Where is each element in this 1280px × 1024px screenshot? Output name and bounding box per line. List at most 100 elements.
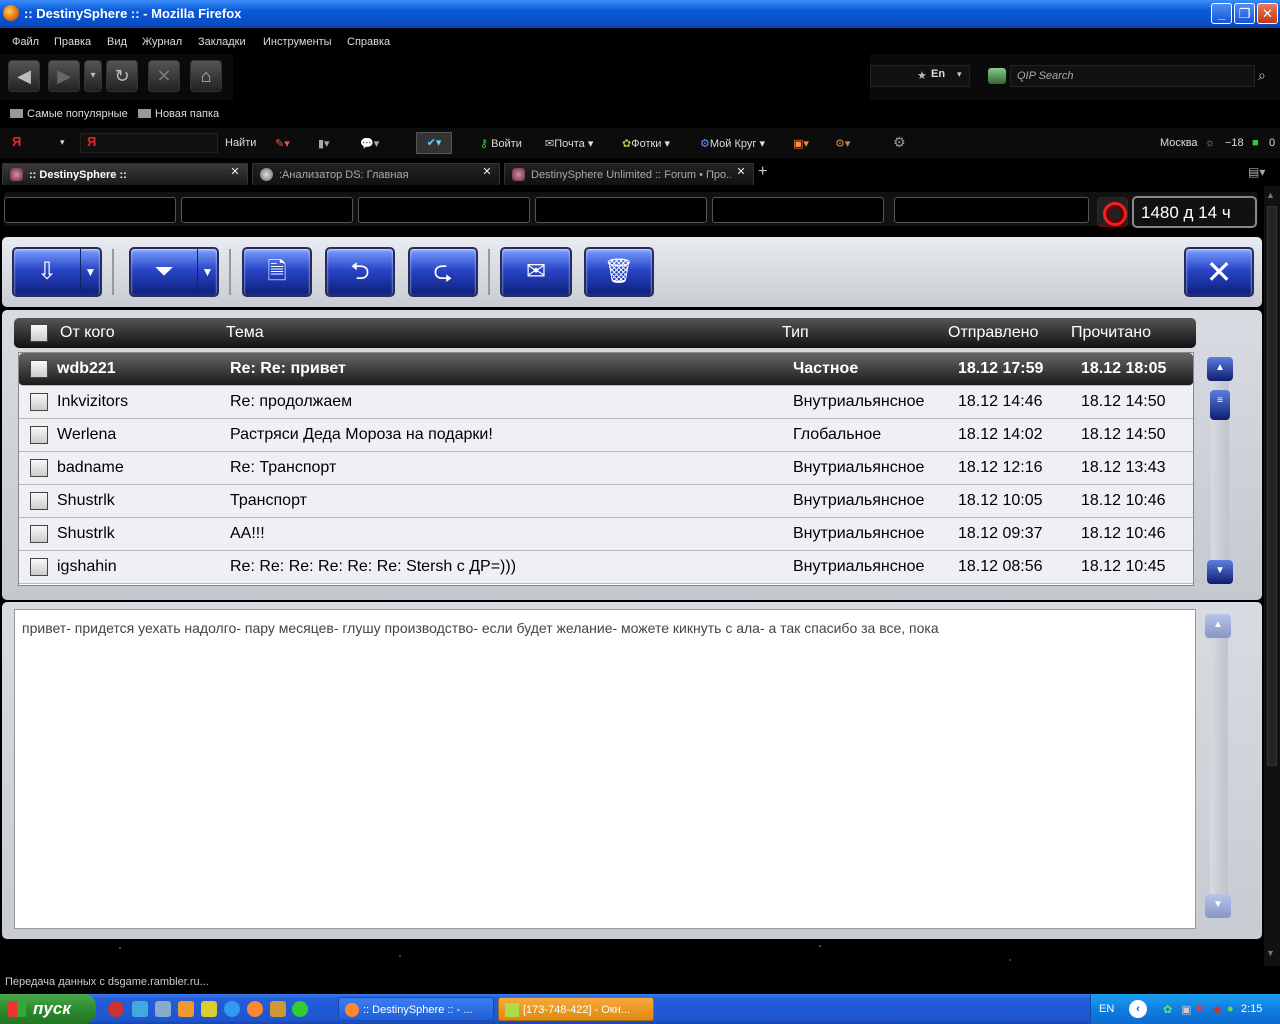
- url-bar-end[interactable]: ★ En ▾: [870, 65, 970, 87]
- spiral-icon[interactable]: [1097, 197, 1128, 227]
- language-indicator[interactable]: EN: [1099, 1003, 1114, 1015]
- table-row[interactable]: igshahin Re: Re: Re: Re: Re: Re: Stersh …: [19, 551, 1193, 584]
- computer-icon[interactable]: [155, 1001, 171, 1017]
- row-checkbox[interactable]: [30, 492, 48, 510]
- home-icon[interactable]: ⌂: [190, 60, 222, 92]
- yandex-dropdown-icon[interactable]: ▾: [60, 137, 65, 148]
- column-sent[interactable]: Отправлено: [948, 324, 1038, 342]
- column-subject[interactable]: Тема: [226, 324, 264, 342]
- column-from[interactable]: От кого: [60, 324, 115, 342]
- tray-expand-icon[interactable]: ‹: [1129, 1000, 1147, 1018]
- antivirus-tray-icon[interactable]: K: [1197, 1003, 1205, 1015]
- back-arrow-icon[interactable]: ◀: [8, 60, 40, 92]
- my-circle-button[interactable]: ⚙Мой Круг ▾: [700, 137, 765, 150]
- tools-icon[interactable]: [201, 1001, 217, 1017]
- settings-gear-icon[interactable]: ⚙: [893, 134, 906, 151]
- row-checkbox[interactable]: [30, 426, 48, 444]
- row-checkbox[interactable]: [30, 558, 48, 576]
- new-message-button[interactable]: 🗎: [242, 247, 312, 297]
- menu-tools[interactable]: Инструменты: [263, 36, 332, 48]
- window-titlebar[interactable]: :: DestinySphere :: - Mozilla Firefox _ …: [0, 0, 1280, 28]
- close-tab-icon[interactable]: ✕: [481, 167, 493, 179]
- signal-icon[interactable]: ▮▾: [318, 137, 330, 150]
- url-dropdown-icon[interactable]: ▾: [957, 69, 962, 80]
- search-icon[interactable]: ⌕: [1258, 67, 1274, 83]
- table-row[interactable]: Shustrlk Транспорт Внутриальянсное 18.12…: [19, 485, 1193, 518]
- reply-button[interactable]: ⮌: [325, 247, 395, 297]
- row-checkbox[interactable]: [30, 360, 48, 378]
- network-tray-icon[interactable]: ▣: [1181, 1003, 1191, 1016]
- tab-analyzer[interactable]: :Анализатор DS: Главная ✕: [252, 163, 500, 185]
- search-input[interactable]: QIP Search: [1010, 65, 1255, 87]
- message-body-scrollbar[interactable]: [1210, 637, 1228, 897]
- inbox-button[interactable]: ⇩ ▼: [12, 247, 102, 297]
- opera-icon[interactable]: [108, 1001, 124, 1017]
- body-scroll-down-button[interactable]: ▼: [1205, 894, 1231, 918]
- page-scroll-thumb[interactable]: [1267, 206, 1277, 766]
- delete-button[interactable]: 🗑: [584, 247, 654, 297]
- stop-icon[interactable]: ✕: [148, 60, 180, 92]
- filter-button[interactable]: ⏷ ▼: [129, 247, 219, 297]
- row-checkbox[interactable]: [30, 393, 48, 411]
- menu-file[interactable]: Файл: [12, 36, 39, 48]
- yandex-logo-icon[interactable]: Я: [12, 134, 21, 149]
- clock[interactable]: 2:15: [1241, 1003, 1262, 1015]
- yandex-find-button[interactable]: Найти: [225, 137, 256, 149]
- chevron-down-icon[interactable]: ▼: [80, 249, 100, 295]
- yandex-search-input[interactable]: Я: [80, 133, 218, 153]
- pen-icon[interactable]: ✎▾: [275, 137, 290, 150]
- reload-icon[interactable]: ↻: [106, 60, 138, 92]
- close-panel-button[interactable]: ✕: [1184, 247, 1254, 297]
- close-tab-icon[interactable]: ✕: [735, 167, 747, 179]
- chevron-down-icon[interactable]: ▼: [197, 249, 217, 295]
- close-tab-icon[interactable]: ✕: [229, 167, 241, 179]
- table-row[interactable]: Inkvizitors Re: продолжаем Внутриальянсн…: [19, 386, 1193, 419]
- network-icon[interactable]: [132, 1001, 148, 1017]
- firefox-icon[interactable]: [247, 1001, 263, 1017]
- row-checkbox[interactable]: [30, 459, 48, 477]
- menu-view[interactable]: Вид: [107, 36, 127, 48]
- history-dropdown-icon[interactable]: ▾: [84, 60, 102, 92]
- minimize-button[interactable]: _: [1211, 3, 1232, 24]
- app-icon[interactable]: [270, 1001, 286, 1017]
- page-scrollbar[interactable]: ▲ ▼: [1264, 186, 1280, 966]
- table-row[interactable]: wdb221 Re: Re: привет Частное 18.12 17:5…: [19, 353, 1193, 386]
- checkmark-button[interactable]: ✔▾: [416, 132, 452, 154]
- scroll-up-button[interactable]: ▲: [1207, 357, 1233, 381]
- box-icon[interactable]: ▣▾: [793, 137, 809, 150]
- new-tab-button[interactable]: +: [758, 163, 767, 181]
- login-button[interactable]: ⚷ Войти: [480, 137, 522, 150]
- qip-logo-icon[interactable]: [988, 68, 1006, 84]
- column-read[interactable]: Прочитано: [1071, 324, 1151, 342]
- column-type[interactable]: Тип: [782, 324, 809, 342]
- table-row[interactable]: badname Re: Транспорт Внутриальянсное 18…: [19, 452, 1193, 485]
- folder-icon[interactable]: [178, 1001, 194, 1017]
- shield-tray-icon[interactable]: ◆: [1213, 1003, 1221, 1016]
- tab-destinysphere[interactable]: :: DestinySphere :: ✕: [2, 163, 248, 185]
- menu-bookmarks[interactable]: Закладки: [198, 36, 246, 48]
- forward-button[interactable]: ⮎: [408, 247, 478, 297]
- page-scroll-up-icon[interactable]: ▲: [1266, 190, 1275, 200]
- menu-help[interactable]: Справка: [347, 36, 390, 48]
- tab-forum[interactable]: DestinySphere Unlimited :: Forum • Про..…: [504, 163, 754, 185]
- icq-icon[interactable]: [292, 1001, 308, 1017]
- body-scroll-up-button[interactable]: ▲: [1205, 614, 1231, 638]
- icq-tray-icon[interactable]: ✿: [1163, 1003, 1172, 1016]
- mail-count-icon[interactable]: ■: [1252, 137, 1259, 149]
- row-checkbox[interactable]: [30, 525, 48, 543]
- agent-tray-icon[interactable]: ●: [1227, 1003, 1234, 1015]
- mark-read-button[interactable]: ✉: [500, 247, 572, 297]
- table-row[interactable]: Werlena Растряси Деда Мороза на подарки!…: [19, 419, 1193, 452]
- bookmark-most-popular[interactable]: Самые популярные: [10, 108, 128, 120]
- star-icon[interactable]: ★: [917, 69, 927, 82]
- scroll-down-button[interactable]: ▼: [1207, 560, 1233, 584]
- scroll-thumb[interactable]: ≡: [1210, 390, 1230, 420]
- taskbar-firefox-window[interactable]: :: DestinySphere :: - ...: [338, 997, 494, 1021]
- photos-button[interactable]: ✿Фотки ▾: [622, 137, 670, 150]
- menu-history[interactable]: Журнал: [142, 36, 182, 48]
- page-scroll-down-icon[interactable]: ▼: [1266, 948, 1275, 958]
- select-all-checkbox[interactable]: [30, 324, 48, 342]
- start-button[interactable]: пуск: [0, 994, 96, 1024]
- chat-icon[interactable]: 💬▾: [360, 137, 379, 150]
- ie-icon[interactable]: [224, 1001, 240, 1017]
